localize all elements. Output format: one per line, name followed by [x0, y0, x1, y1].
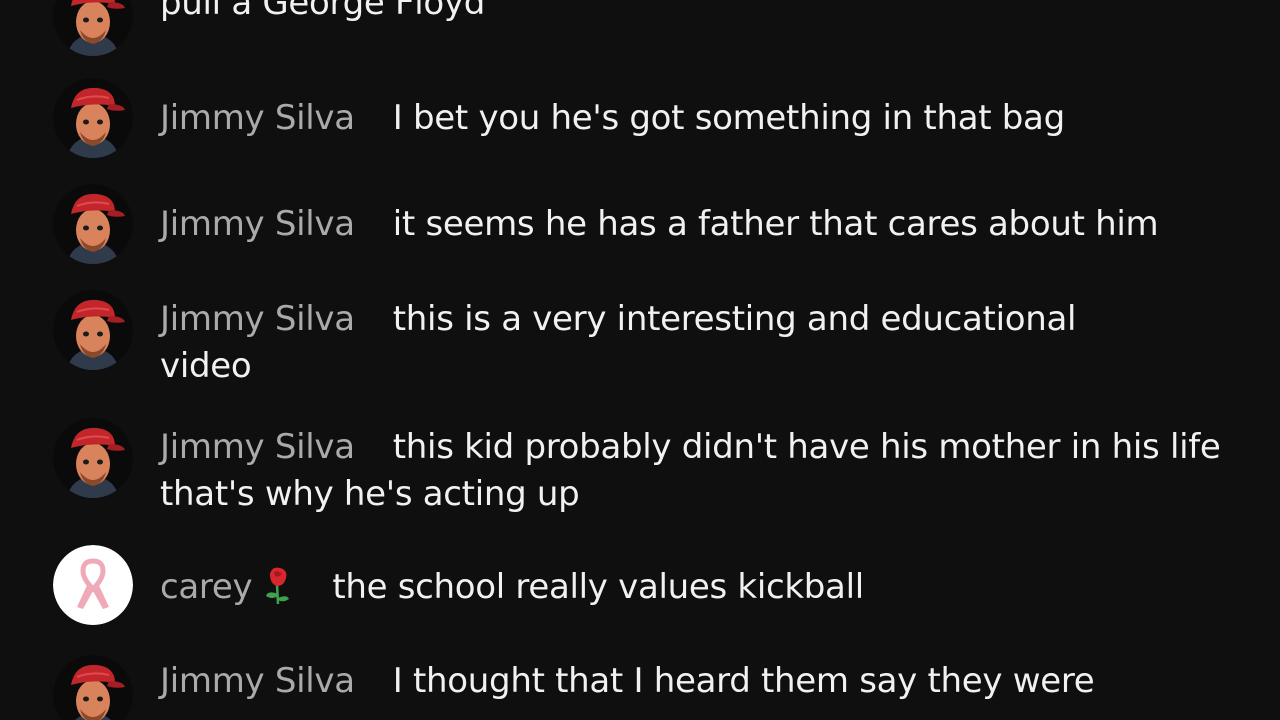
author-name[interactable]: Jimmy Silva: [160, 204, 355, 244]
message-body: pull a George Floyd: [160, 0, 486, 23]
author-name[interactable]: Jimmy Silva: [160, 661, 355, 701]
message-text: Jimmy Silva this is a very interesting an…: [160, 296, 1160, 390]
author-name[interactable]: carey: [160, 567, 253, 607]
message-body: I bet you he's got something in that bag: [392, 98, 1065, 138]
red-cap-avatar-icon[interactable]: [53, 184, 133, 264]
red-cap-avatar-icon[interactable]: [53, 418, 133, 498]
message-text: Jimmy Silva it seems he has a father that…: [160, 201, 1240, 248]
message-body: the school really values kickball: [332, 567, 864, 607]
author-name[interactable]: Jimmy Silva: [160, 299, 355, 339]
author-name[interactable]: Jimmy Silva: [160, 427, 355, 467]
author-name[interactable]: Jimmy Silva: [160, 98, 355, 138]
live-chat-feed: pull a George Floyd Jimmy Silva I bet you…: [0, 0, 1280, 720]
message-text: Jimmy Silva I thought that I heard them s…: [160, 658, 1240, 705]
message-body: it seems he has a father that cares abou…: [392, 204, 1159, 244]
red-cap-avatar-icon[interactable]: [53, 78, 133, 158]
red-cap-avatar-icon[interactable]: [53, 0, 133, 56]
message-text: Jimmy Silva I bet you he's got something …: [160, 95, 1240, 142]
message-text: pull a George Floyd: [160, 0, 1240, 27]
red-cap-avatar-icon[interactable]: [53, 290, 133, 370]
message-body: I thought that I heard them say they wer…: [392, 661, 1095, 701]
red-cap-avatar-icon[interactable]: [53, 655, 133, 720]
pink-ribbon-avatar-icon[interactable]: [53, 545, 133, 625]
message-text: Jimmy Silva this kid probably didn't have…: [160, 424, 1230, 518]
message-text: carey the school really values kickball: [160, 564, 1240, 611]
rose-emoji-icon: [260, 566, 294, 606]
